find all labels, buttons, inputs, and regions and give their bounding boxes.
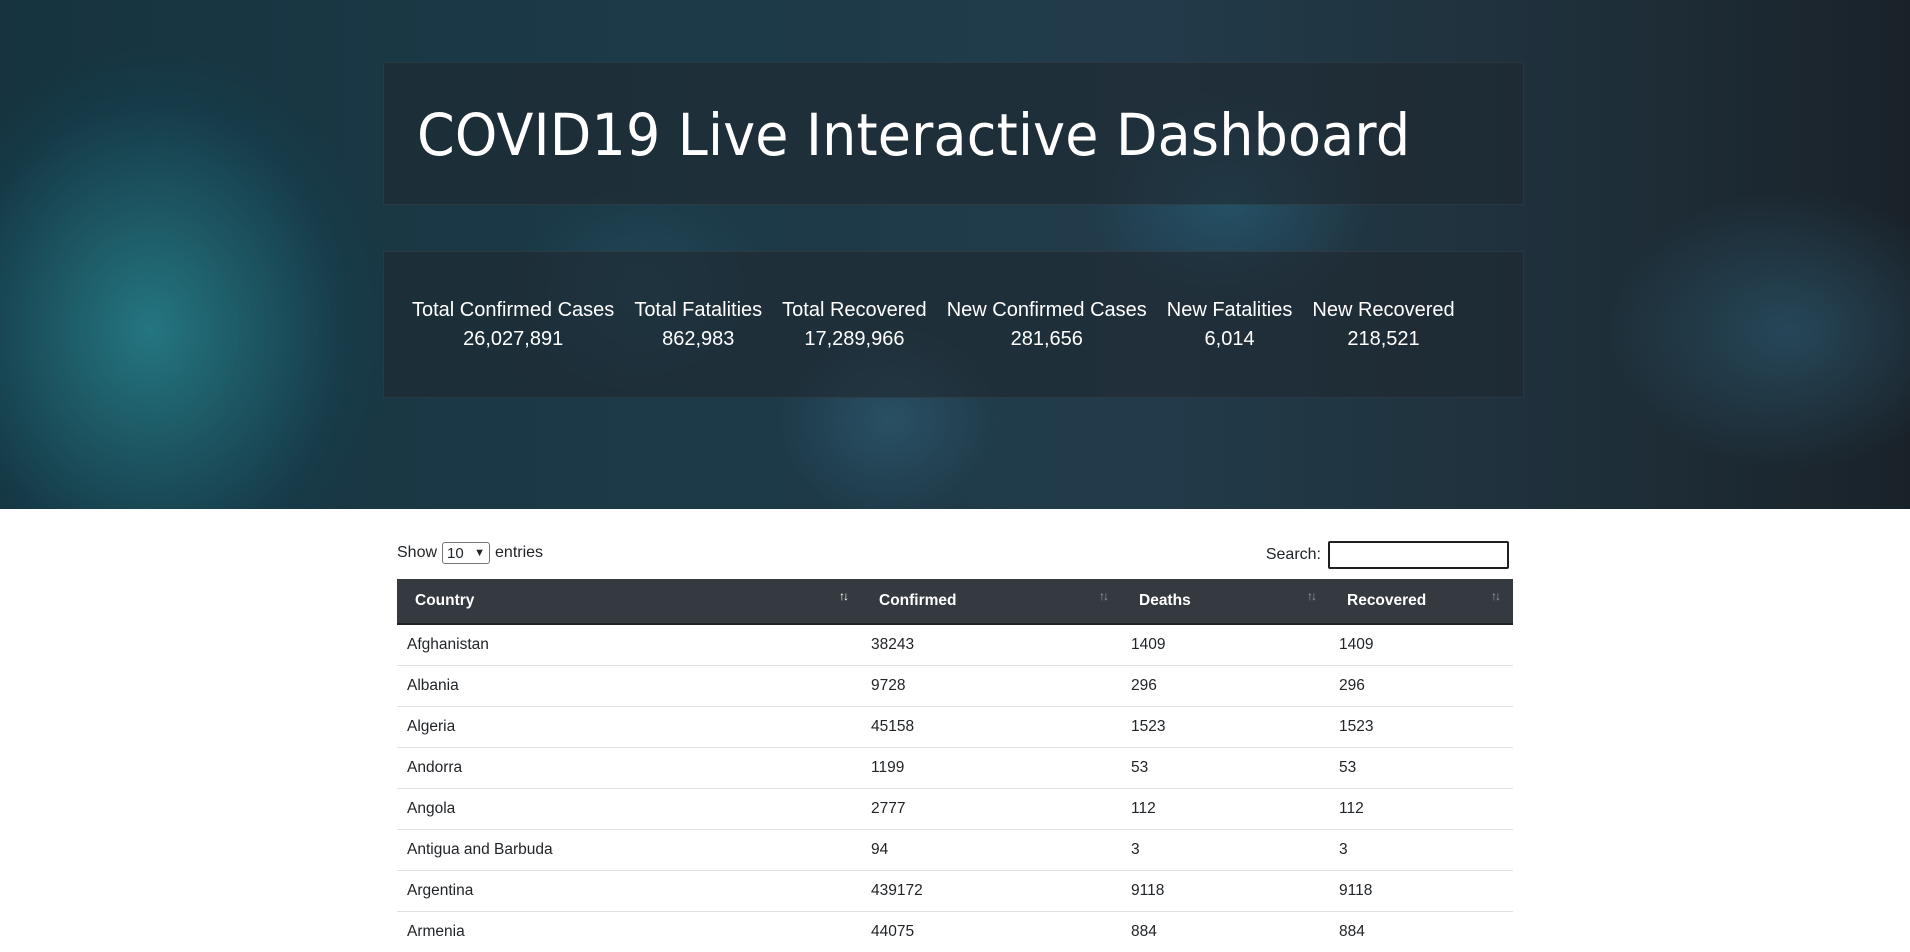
stat-total-confirmed: Total Confirmed Cases 26,027,891 (412, 296, 614, 354)
column-header-label: Recovered (1347, 592, 1426, 609)
cell-country: Afghanistan (397, 624, 861, 666)
cell-country: Angola (397, 789, 861, 830)
stats-row: Total Confirmed Cases 26,027,891 Total F… (412, 296, 1455, 354)
cell-deaths: 112 (1121, 789, 1329, 830)
table-row: Algeria 45158 1523 1523 (397, 707, 1513, 748)
table-body: Afghanistan 38243 1409 1409 Albania 9728… (397, 624, 1513, 952)
cell-recovered: 884 (1329, 912, 1513, 952)
page-title: COVID19 Live Interactive Dashboard (417, 101, 1410, 169)
cell-deaths: 9118 (1121, 871, 1329, 912)
show-label: Show (397, 544, 437, 562)
stat-value: 17,289,966 (782, 325, 927, 354)
sort-arrows-icon: ↑↓ (1491, 589, 1499, 603)
cell-recovered: 53 (1329, 748, 1513, 789)
stat-total-recovered: Total Recovered 17,289,966 (782, 296, 927, 354)
cell-deaths: 3 (1121, 830, 1329, 871)
cell-confirmed: 2777 (861, 789, 1121, 830)
cell-country: Antigua and Barbuda (397, 830, 861, 871)
cell-country: Andorra (397, 748, 861, 789)
cell-recovered: 296 (1329, 666, 1513, 707)
search-label: Search: (1266, 546, 1321, 564)
sort-arrows-icon: ↑↓ (1099, 589, 1107, 603)
entries-select-value: 10 (447, 545, 464, 562)
table-row: Angola 2777 112 112 (397, 789, 1513, 830)
stat-label: Total Recovered (782, 296, 927, 325)
stat-value: 6,014 (1167, 325, 1293, 354)
stat-label: New Recovered (1312, 296, 1454, 325)
cell-confirmed: 44075 (861, 912, 1121, 952)
cell-recovered: 112 (1329, 789, 1513, 830)
cell-recovered: 3 (1329, 830, 1513, 871)
cell-confirmed: 45158 (861, 707, 1121, 748)
table-controls: Show 10 ▼ entries Search: (397, 509, 1513, 579)
column-header-deaths[interactable]: Deaths ↑↓ (1121, 579, 1329, 624)
cell-confirmed: 9728 (861, 666, 1121, 707)
search-control: Search: (1266, 541, 1509, 569)
cell-country: Armenia (397, 912, 861, 952)
stat-new-confirmed: New Confirmed Cases 281,656 (947, 296, 1147, 354)
cell-country: Algeria (397, 707, 861, 748)
table-header-row: Country ↑↓ Confirmed ↑↓ Deaths ↑↓ Recove… (397, 579, 1513, 624)
cell-recovered: 9118 (1329, 871, 1513, 912)
table-row: Armenia 44075 884 884 (397, 912, 1513, 952)
cell-confirmed: 94 (861, 830, 1121, 871)
title-panel: COVID19 Live Interactive Dashboard (383, 62, 1524, 205)
column-header-country[interactable]: Country ↑↓ (397, 579, 861, 624)
sort-arrows-icon: ↑↓ (1307, 589, 1315, 603)
cell-deaths: 1409 (1121, 624, 1329, 666)
table-section: Show 10 ▼ entries Search: Country ↑↓ Con… (397, 509, 1513, 952)
column-header-label: Deaths (1139, 592, 1191, 609)
cell-deaths: 53 (1121, 748, 1329, 789)
cell-country: Albania (397, 666, 861, 707)
table-row: Argentina 439172 9118 9118 (397, 871, 1513, 912)
stat-value: 281,656 (947, 325, 1147, 354)
stat-new-fatalities: New Fatalities 6,014 (1167, 296, 1293, 354)
countries-table: Country ↑↓ Confirmed ↑↓ Deaths ↑↓ Recove… (397, 579, 1513, 952)
stat-new-recovered: New Recovered 218,521 (1312, 296, 1454, 354)
column-header-confirmed[interactable]: Confirmed ↑↓ (861, 579, 1121, 624)
stat-label: New Confirmed Cases (947, 296, 1147, 325)
entries-control: Show 10 ▼ entries (397, 542, 543, 564)
cell-deaths: 296 (1121, 666, 1329, 707)
sort-arrows-icon: ↑↓ (839, 589, 847, 603)
cell-deaths: 1523 (1121, 707, 1329, 748)
cell-recovered: 1409 (1329, 624, 1513, 666)
table-row: Afghanistan 38243 1409 1409 (397, 624, 1513, 666)
stat-label: Total Fatalities (634, 296, 762, 325)
search-input[interactable] (1328, 541, 1509, 569)
entries-select[interactable]: 10 ▼ (442, 542, 490, 564)
cell-country: Argentina (397, 871, 861, 912)
column-header-label: Confirmed (879, 592, 957, 609)
stat-total-fatalities: Total Fatalities 862,983 (634, 296, 762, 354)
cell-deaths: 884 (1121, 912, 1329, 952)
stat-label: New Fatalities (1167, 296, 1293, 325)
column-header-recovered[interactable]: Recovered ↑↓ (1329, 579, 1513, 624)
stat-value: 218,521 (1312, 325, 1454, 354)
table-header: Country ↑↓ Confirmed ↑↓ Deaths ↑↓ Recove… (397, 579, 1513, 624)
stat-value: 26,027,891 (412, 325, 614, 354)
stat-label: Total Confirmed Cases (412, 296, 614, 325)
chevron-down-icon: ▼ (474, 547, 485, 559)
table-row: Antigua and Barbuda 94 3 3 (397, 830, 1513, 871)
table-row: Albania 9728 296 296 (397, 666, 1513, 707)
hero-banner: COVID19 Live Interactive Dashboard Total… (0, 0, 1910, 509)
entries-label: entries (495, 544, 543, 562)
stat-value: 862,983 (634, 325, 762, 354)
cell-recovered: 1523 (1329, 707, 1513, 748)
table-row: Andorra 1199 53 53 (397, 748, 1513, 789)
cell-confirmed: 38243 (861, 624, 1121, 666)
cell-confirmed: 439172 (861, 871, 1121, 912)
cell-confirmed: 1199 (861, 748, 1121, 789)
column-header-label: Country (415, 592, 474, 609)
stats-panel: Total Confirmed Cases 26,027,891 Total F… (383, 251, 1524, 398)
